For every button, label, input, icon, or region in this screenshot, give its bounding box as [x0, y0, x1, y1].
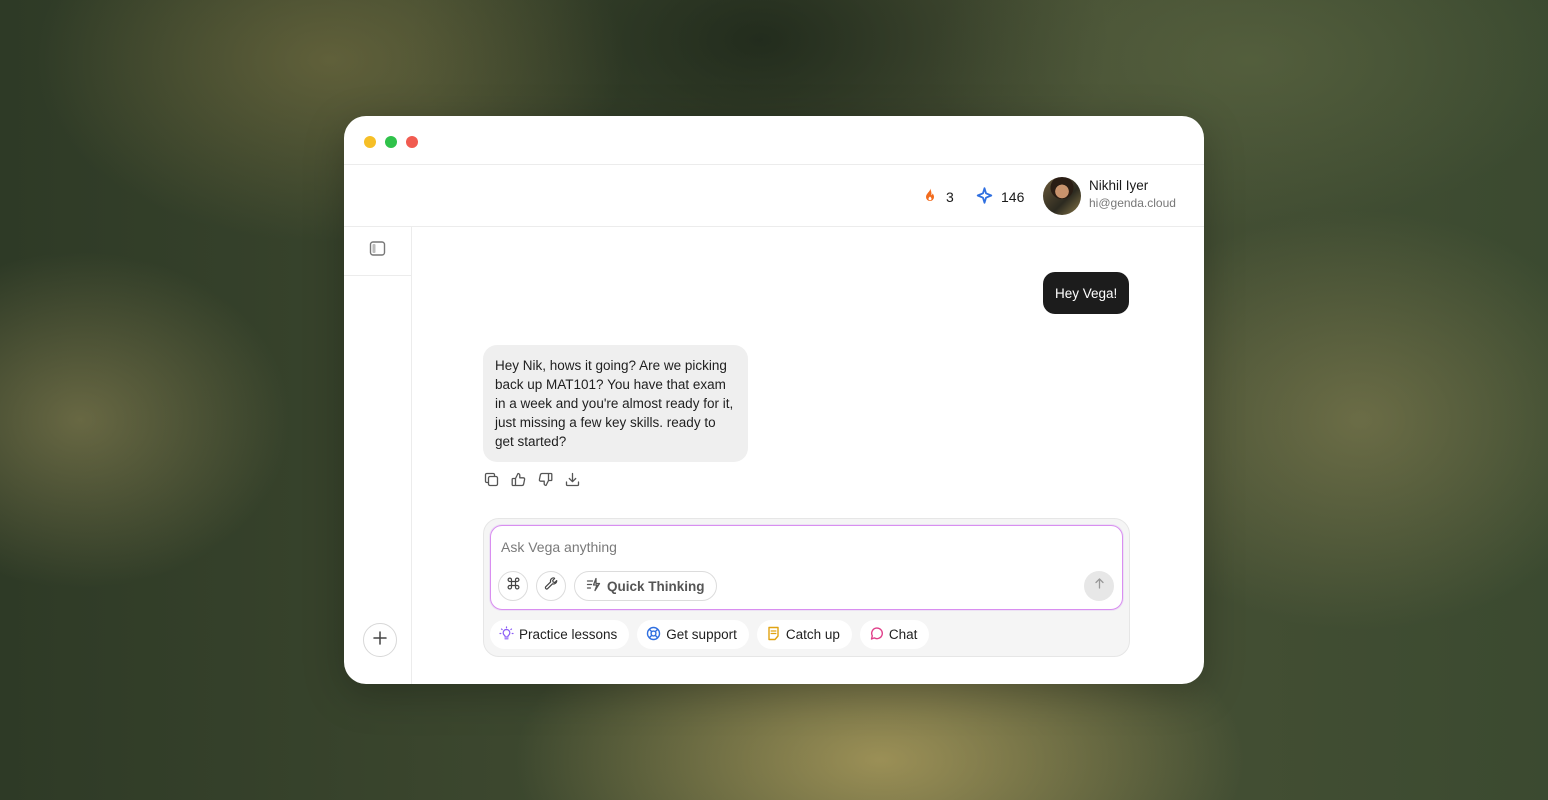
- assistant-message: Hey Nik, hows it going? Are we picking b…: [483, 345, 748, 462]
- practice-lessons-chip[interactable]: Practice lessons: [490, 620, 630, 649]
- practice-lessons-label: Practice lessons: [519, 627, 618, 642]
- message-actions: [483, 471, 581, 488]
- catch-up-chip[interactable]: Catch up: [756, 620, 852, 649]
- top-bar: 3 146 Nikhil Iyer hi@genda.cloud: [344, 165, 1204, 227]
- flame-icon: [922, 187, 938, 206]
- minimize-window-button[interactable]: [364, 136, 376, 148]
- download-icon[interactable]: [564, 471, 581, 488]
- arrow-up-icon: [1093, 577, 1106, 595]
- command-button[interactable]: [498, 571, 528, 601]
- maximize-window-button[interactable]: [385, 136, 397, 148]
- send-button[interactable]: [1084, 571, 1114, 601]
- sidebar: [344, 227, 412, 684]
- streak-value: 3: [946, 188, 954, 205]
- app-window: 3 146 Nikhil Iyer hi@genda.cloud Hey Veg…: [344, 116, 1204, 684]
- composer: Quick Thinking Practice lessons: [483, 518, 1130, 657]
- wrench-icon: [544, 576, 559, 596]
- lightning-icon: [586, 577, 601, 595]
- thumbs-down-icon[interactable]: [537, 471, 554, 488]
- suggestion-chips: Practice lessons Get support Catch up Ch…: [490, 620, 930, 649]
- note-icon: [766, 626, 781, 644]
- thumbs-up-icon[interactable]: [510, 471, 527, 488]
- sparkle-icon: [976, 187, 993, 207]
- quick-thinking-button[interactable]: Quick Thinking: [574, 571, 717, 601]
- sidebar-toggle-icon: [369, 240, 386, 262]
- lightbulb-icon: [499, 625, 514, 644]
- catch-up-label: Catch up: [785, 627, 840, 642]
- chat-chip[interactable]: Chat: [859, 620, 930, 649]
- chat-bubble-icon: [869, 626, 884, 644]
- close-window-button[interactable]: [406, 136, 418, 148]
- user-info[interactable]: Nikhil Iyer hi@genda.cloud: [1089, 178, 1176, 210]
- user-name: Nikhil Iyer: [1089, 178, 1149, 193]
- tools-button[interactable]: [536, 571, 566, 601]
- chat-label: Chat: [888, 627, 918, 642]
- sidebar-toggle-button[interactable]: [344, 227, 411, 276]
- user-email: hi@genda.cloud: [1089, 196, 1176, 210]
- streak-counter[interactable]: 3: [922, 187, 954, 206]
- avatar[interactable]: [1043, 177, 1081, 215]
- lifebuoy-icon: [646, 626, 661, 644]
- message-input[interactable]: [501, 536, 1061, 558]
- new-chat-button[interactable]: [363, 623, 397, 657]
- get-support-label: Get support: [666, 627, 737, 642]
- user-message: Hey Vega!: [1043, 272, 1130, 314]
- points-value: 146: [1001, 189, 1025, 205]
- plus-icon: [373, 630, 387, 650]
- quick-thinking-label: Quick Thinking: [607, 578, 705, 594]
- title-bar: [344, 116, 1204, 165]
- message-input-box: Quick Thinking: [490, 525, 1123, 610]
- points-counter[interactable]: 146: [976, 187, 1024, 207]
- command-icon: [506, 576, 521, 596]
- copy-icon[interactable]: [483, 471, 500, 488]
- get-support-chip[interactable]: Get support: [637, 620, 749, 649]
